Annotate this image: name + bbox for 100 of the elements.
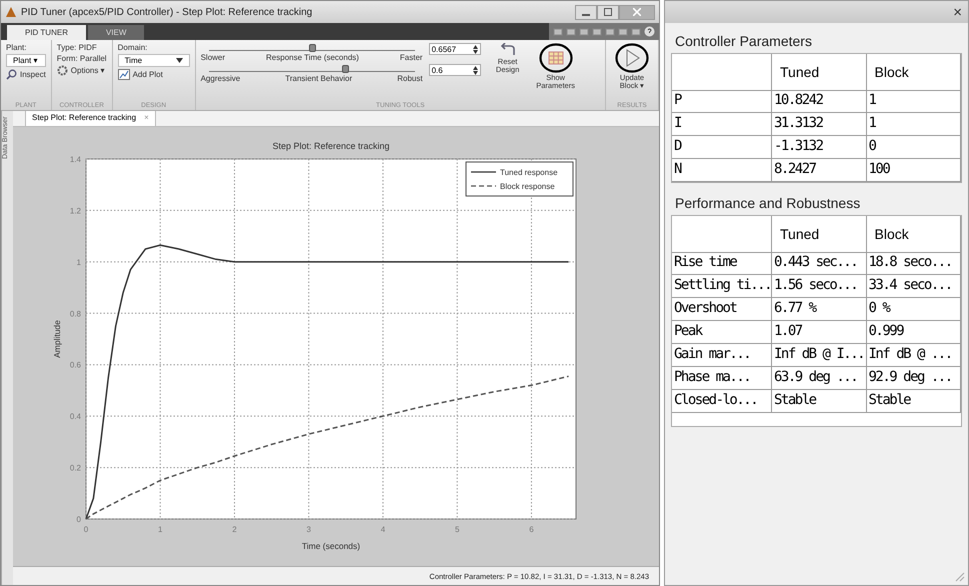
slider-label: Response Time (seconds) (266, 53, 359, 62)
ribbon-tab[interactable]: VIEW (88, 25, 144, 40)
value-spinner[interactable]: 0.6567 (428, 43, 481, 55)
close-button[interactable]: × (947, 1, 968, 23)
y-tick-label: 0.8 (70, 309, 81, 318)
help-icon[interactable] (644, 26, 655, 37)
slider-label: Robust (397, 74, 423, 83)
type-label: Type: PIDF (56, 43, 98, 52)
minimize-button[interactable] (575, 4, 597, 20)
table-cell: Stable (866, 390, 961, 413)
table-cell: Rise time (672, 252, 772, 275)
y-tick-label: 1.2 (70, 206, 81, 216)
table-cell: Overshoot (672, 298, 772, 321)
domain-label: Domain: (118, 43, 148, 52)
table-cell: Gain mar... (672, 344, 772, 367)
table-cell: 92.9 deg ... (866, 367, 961, 390)
legend-label: Block response (500, 182, 555, 191)
add-plot-button[interactable]: Add Plot (132, 70, 163, 79)
table-cell: 1 (866, 90, 961, 113)
inspect-button[interactable]: Inspect (20, 70, 46, 79)
plant-dropdown[interactable]: Plant ▾ (6, 54, 46, 67)
table-cell: P (672, 90, 772, 113)
column-header: Block (866, 54, 961, 91)
table-cell: 0.999 (866, 321, 961, 344)
y-tick-label: 1.4 (70, 155, 81, 164)
chart-title: Step Plot: Reference tracking (272, 141, 390, 151)
table-cell: Phase ma... (672, 367, 772, 390)
y-tick-label: 0 (76, 515, 81, 524)
x-tick-label: 0 (84, 525, 88, 534)
x-tick-label: 3 (306, 525, 311, 534)
table-cell: 0 (866, 136, 961, 159)
value-spinner[interactable]: 0.6 (428, 64, 481, 76)
gear-icon (56, 65, 68, 76)
table-cell: Peak (672, 321, 772, 344)
x-tick-label: 2 (232, 525, 237, 534)
table-cell: Settling ti... (672, 275, 772, 298)
table-cell: 8.2427 (772, 159, 866, 182)
table-cell: 1 (866, 113, 961, 136)
table-cell: Closed-lo... (672, 390, 772, 413)
slider-thumb[interactable] (342, 65, 349, 73)
table-cell: D (672, 136, 772, 159)
domain-dropdown[interactable]: Time (118, 54, 190, 67)
slider-track[interactable] (208, 64, 415, 72)
table-cell: Inf dB @ I... (772, 344, 866, 367)
plant-label: Plant: (6, 43, 28, 52)
table-cell: 1.56 seco... (772, 275, 866, 298)
spinner-arrows-icon (472, 44, 478, 54)
window-title: PID Tuner (apcex5/PID Controller) - Step Plot: Reference tracking (21, 6, 312, 18)
table-cell: 0.443 sec... (772, 252, 866, 275)
x-tick-label: 6 (529, 525, 534, 534)
table-cell: Stable (772, 390, 866, 413)
column-header: Tuned (772, 216, 866, 253)
x-axis-label: Time (seconds) (302, 541, 360, 551)
table-cell: 31.3132 (772, 113, 866, 136)
legend-line (471, 171, 496, 173)
table-cell: 100 (866, 159, 961, 182)
group-title: Performance and Robustness (674, 195, 862, 213)
close-icon (633, 8, 641, 16)
play-icon (615, 43, 649, 73)
y-axis-label: Amplitude (52, 320, 62, 358)
options-button[interactable]: Options ▾ (70, 66, 105, 75)
slider-thumb[interactable] (308, 44, 316, 52)
slider-track[interactable] (208, 43, 415, 51)
app-icon (5, 6, 17, 18)
maximize-button[interactable] (597, 4, 619, 20)
spinner-arrows-icon (472, 66, 478, 74)
table-cell: 10.8242 (772, 90, 866, 113)
table-cell: 0 % (866, 298, 961, 321)
table-cell: 6.77 % (772, 298, 866, 321)
y-tick-label: 0.4 (70, 412, 81, 422)
group-title: Controller Parameters (674, 33, 813, 51)
document-tab[interactable]: Step Plot: Reference tracking × (25, 111, 156, 126)
y-tick-label: 0.6 (70, 360, 81, 370)
maximize-icon (604, 8, 612, 16)
add-plot-icon (118, 69, 130, 80)
table-cell: I (672, 113, 772, 136)
close-button[interactable] (619, 4, 655, 20)
y-tick-label: 1 (76, 258, 81, 267)
caret-icon (176, 58, 183, 63)
table-cell: 63.9 deg ... (772, 367, 866, 390)
undo-arrow-icon (498, 43, 517, 57)
table-cell: N (672, 159, 772, 182)
form-label: Form: Parallel (56, 54, 107, 63)
table-grid-icon (538, 43, 573, 73)
slider-label: Slower (200, 53, 226, 62)
search-icon (6, 69, 17, 80)
y-tick-label: 0.2 (70, 464, 81, 473)
ribbon-tab[interactable]: PID TUNER (7, 25, 86, 40)
column-header: Block (866, 216, 961, 253)
table-cell: Inf dB @ ... (866, 344, 961, 367)
slider-label: Faster (400, 53, 423, 62)
x-tick-label: 5 (454, 525, 460, 534)
table-cell: 18.8 seco... (866, 252, 961, 275)
table-cell: -1.3132 (772, 136, 866, 159)
column-header: Tuned (772, 54, 866, 91)
slider-label: Aggressive (200, 74, 240, 83)
legend-label: Tuned response (500, 168, 558, 177)
resize-grip-icon[interactable] (955, 572, 965, 582)
slider-label: Transient Behavior (285, 74, 352, 83)
x-tick-label: 4 (380, 525, 386, 534)
